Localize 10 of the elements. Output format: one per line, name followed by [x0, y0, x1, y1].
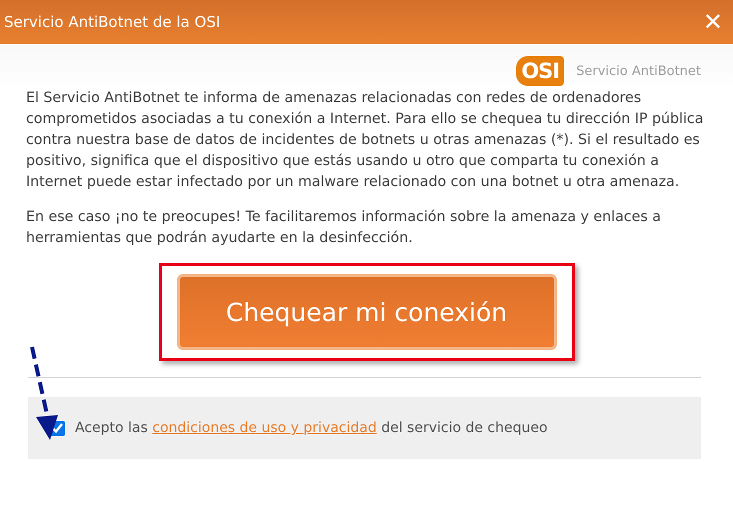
- window-title: Servicio AntiBotnet de la OSI: [4, 13, 220, 31]
- consent-checkbox[interactable]: [50, 420, 65, 436]
- info-paragraph: El Servicio AntiBotnet te informa de amenazas relacionadas con redes de ordenadores comprometidos asociadas a tu conexión a Internet. Para ello se chequea tu dirección IP pública contra nuestra base de datos de incidentes de botnets u otras amenazas (*). Si el resultado es positivo, significa que el dispositivo que estás usando u otro que comparta tu conexión a Internet puede estar infectado por un malware relacionado con una botnet u otra amenaza.: [26, 89, 704, 192]
- brand-logo: OSI: [516, 56, 564, 86]
- terms-link[interactable]: condiciones de uso y privacidad: [152, 420, 377, 436]
- close-button[interactable]: ✕: [698, 8, 727, 36]
- info-paragraph: En ese caso ¡no te preocupes! Te facilitaremos información sobre la amenaza y enlaces a herramientas que podrán ayudarte en la desinfección.: [26, 208, 662, 248]
- check-connection-button[interactable]: Chequear mi conexión: [176, 274, 556, 350]
- brand-name: Servicio AntiBotnet: [576, 64, 701, 78]
- consent-label: Acepto las condiciones de uso y privacidad del servicio de chequeo: [75, 420, 548, 436]
